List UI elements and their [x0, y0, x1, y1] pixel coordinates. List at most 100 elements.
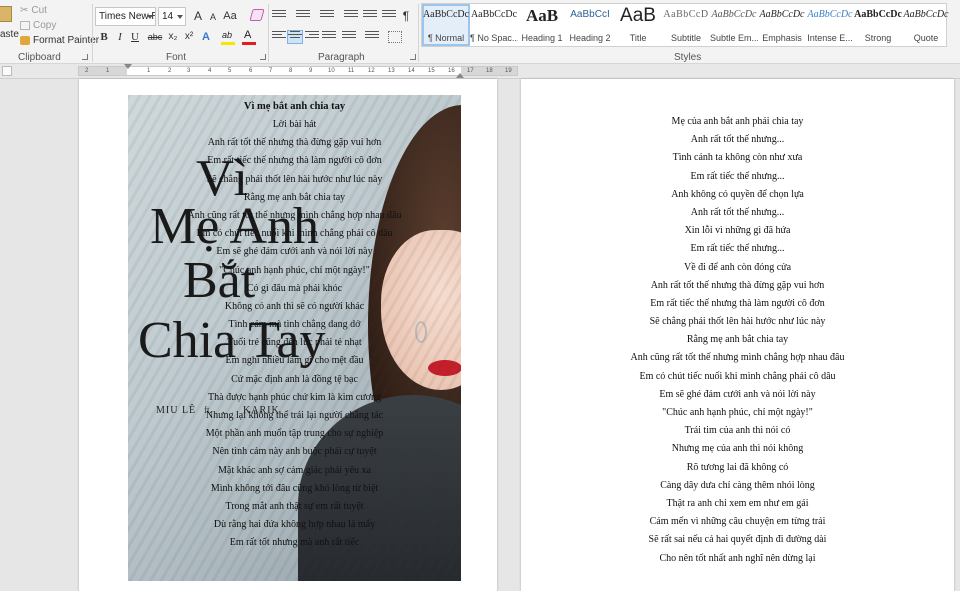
horizontal-ruler[interactable]: 2 1 1 2 3 4 5 6 7 8 9 10 11 12 13 14 15 …: [0, 64, 960, 79]
lyric-line: Sẽ chẳng phải thốt lên hài hước như lúc …: [649, 316, 826, 328]
style-label: Subtle Em...: [710, 33, 758, 43]
ruler-number: 3: [187, 68, 191, 74]
change-case-button[interactable]: Aa: [222, 7, 238, 25]
style-preview: AaBbCcD: [663, 9, 709, 20]
cut-button[interactable]: ✂ Cut: [20, 5, 47, 16]
text-effects-button[interactable]: A: [198, 28, 214, 46]
paste-button[interactable]: aste: [0, 4, 19, 46]
lyric-line: Tình cảm mà tình chẳng dang dở: [228, 319, 361, 331]
lyric-line: "Chúc anh hạnh phúc, chỉ một ngày!": [662, 407, 813, 418]
paste-icon: [0, 6, 12, 22]
divider: [418, 4, 419, 62]
copy-icon: [20, 21, 30, 30]
clipboard-launcher-icon[interactable]: [82, 54, 88, 60]
font-size-select[interactable]: 14: [158, 7, 186, 26]
sort-icon[interactable]: [382, 10, 396, 22]
ruler-number: 12: [368, 68, 375, 74]
align-left-icon[interactable]: [272, 31, 286, 43]
right-page-text[interactable]: Mẹ của anh bắt anh phải chia tay Anh rất…: [521, 113, 954, 568]
lyric-line: Anh không có quyền để chọn lựa: [671, 188, 804, 200]
document-page-right[interactable]: Mẹ của anh bắt anh phải chia tay Anh rất…: [521, 79, 954, 591]
clipboard-group-label: Clipboard: [18, 52, 61, 63]
lyric-line: Thật ra anh chỉ xem em như em gái: [666, 497, 809, 509]
format-painter-button[interactable]: Format Painter: [20, 35, 99, 46]
style-heading-2[interactable]: AaBbCcI Heading 2: [566, 4, 614, 46]
style-intense-emphasis[interactable]: AaBbCcDc Intense E...: [806, 4, 854, 46]
paste-label: aste: [0, 29, 19, 40]
copy-label: Copy: [33, 20, 57, 31]
ruler-number: 5: [228, 68, 232, 74]
styles-gallery: AaBbCcDc ¶ Normal AaBbCcDc ¶ No Spac... …: [421, 3, 950, 47]
highlighter-icon: ab: [222, 30, 233, 40]
style-preview: AaBbCcDc: [807, 9, 853, 20]
ruler-number: 9: [309, 68, 313, 74]
superscript-button[interactable]: x²: [181, 28, 197, 46]
style-label: Heading 2: [569, 33, 611, 43]
subscript-button[interactable]: x₂: [165, 28, 181, 46]
lyric-line: Càng dây dưa chỉ càng thêm nhói lòng: [660, 479, 815, 491]
multilevel-list-icon[interactable]: [320, 10, 334, 22]
ribbon: aste ✂ Cut Copy Format Painter Clipboard…: [0, 0, 960, 64]
right-indent-marker-icon[interactable]: [456, 73, 464, 78]
style-preview: AaBbCcDc: [759, 9, 805, 20]
indent-marker-icon[interactable]: [124, 64, 132, 69]
shading-icon[interactable]: [365, 31, 379, 43]
font-name-select[interactable]: Times New Ro: [95, 7, 156, 26]
lyric-line: Em có chút tiếc nuối khi mình chẳng phải…: [196, 228, 393, 240]
strikethrough-button[interactable]: abc: [147, 28, 163, 46]
increase-indent-icon[interactable]: [363, 10, 377, 22]
numbering-icon[interactable]: [296, 10, 310, 22]
line-spacing-icon[interactable]: [342, 31, 356, 43]
style-label: Strong: [864, 33, 892, 43]
style-subtle-emphasis[interactable]: AaBbCcDc Subtle Em...: [710, 4, 758, 46]
style-emphasis[interactable]: AaBbCcDc Emphasis: [758, 4, 806, 46]
style-subtitle[interactable]: AaBbCcD Subtitle: [662, 4, 710, 46]
lyric-line: Sẽ chẳng phải thốt lên hài hước như lúc …: [206, 173, 383, 185]
borders-icon[interactable]: [388, 31, 402, 43]
chevron-down-icon: [147, 15, 153, 19]
style-no-spacing[interactable]: AaBbCcDc ¶ No Spac...: [470, 4, 518, 46]
align-right-icon[interactable]: [305, 31, 319, 43]
style-strong[interactable]: AaBbCcDc Strong: [854, 4, 902, 46]
justify-icon[interactable]: [322, 31, 336, 43]
style-label: Quote: [913, 33, 939, 43]
style-label: ¶ No Spac...: [470, 33, 518, 43]
align-center-icon[interactable]: [287, 30, 303, 44]
lyric-line: Anh rất tốt thế nhưng...: [690, 134, 785, 146]
style-preview: AaBbCcDc: [854, 9, 902, 20]
highlight-color-bar: [221, 42, 235, 45]
ruler-number: 16: [448, 68, 455, 74]
tab-selector-icon[interactable]: [2, 66, 12, 76]
grow-font-button[interactable]: A: [190, 7, 206, 25]
highlight-button[interactable]: ab: [220, 28, 236, 46]
clear-formatting-icon[interactable]: [249, 9, 265, 21]
italic-button[interactable]: I: [112, 28, 128, 46]
shrink-font-button[interactable]: A: [205, 8, 221, 26]
lyric-line: Thà được hạnh phúc chứ kim là kim cương: [208, 391, 381, 403]
bullets-icon[interactable]: [272, 10, 286, 22]
ruler-scale[interactable]: 2 1 1 2 3 4 5 6 7 8 9 10 11 12 13 14 15 …: [78, 66, 518, 76]
lyric-line: "Chúc anh hạnh phúc, chỉ một ngày!": [219, 264, 370, 276]
lyric-line: Về đi để anh còn đóng cửa: [683, 261, 792, 273]
lyric-line: Em có chút tiếc nuối khi mình chẳng phải…: [639, 370, 836, 382]
decrease-indent-icon[interactable]: [344, 10, 358, 22]
font-launcher-icon[interactable]: [260, 54, 266, 60]
style-heading-1[interactable]: AaB Heading 1: [518, 4, 566, 46]
bold-button[interactable]: B: [96, 28, 112, 46]
chevron-down-icon: [177, 15, 183, 19]
lyric-line: Nhưng mẹ của anh thì nói không: [671, 443, 804, 455]
lyric-line: Anh rất tốt thế nhưng thà đừng gặp vui h…: [207, 137, 382, 149]
style-title[interactable]: AaB Title: [614, 4, 662, 46]
style-normal[interactable]: AaBbCcDc ¶ Normal: [422, 4, 470, 46]
copy-button[interactable]: Copy: [20, 20, 56, 31]
show-marks-button[interactable]: ¶: [398, 7, 414, 25]
style-quote[interactable]: AaBbCcDc Quote: [902, 4, 950, 46]
paragraph-launcher-icon[interactable]: [410, 54, 416, 60]
underline-button[interactable]: U: [127, 28, 143, 46]
lyric-line: Nên tình cảm này anh buộc phải cự tuyệt: [212, 446, 377, 458]
lyric-line: Một phần anh muốn tập trung cho sự nghiệ…: [205, 428, 384, 440]
font-color-button[interactable]: A: [241, 28, 257, 46]
document-page-left[interactable]: Vì Mẹ Anh Bắt Chia Tay MIU LÊ ft. KARIK …: [79, 79, 497, 591]
lyric-line: Không có anh thì sẽ có người khác: [224, 300, 365, 312]
left-page-text[interactable]: Vì mẹ bắt anh chia tay Lời bài hát Anh r…: [128, 95, 461, 553]
